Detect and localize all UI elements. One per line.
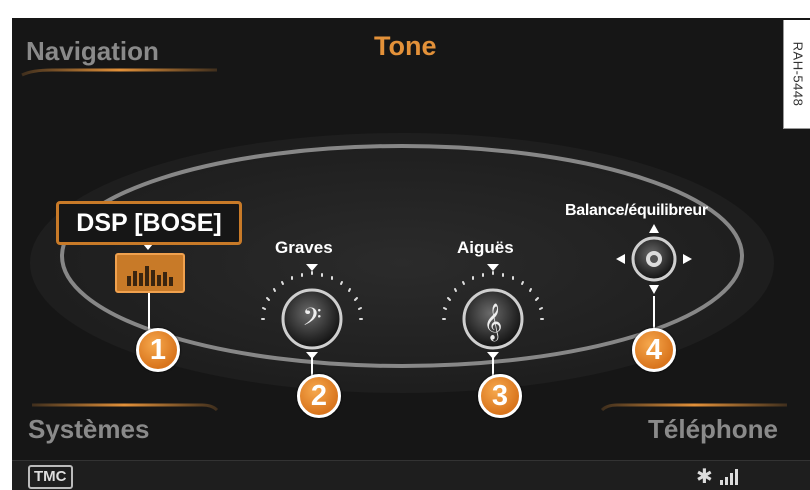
graves-label: Graves bbox=[275, 238, 333, 257]
callout-badge-1: 1 bbox=[136, 328, 180, 372]
infotainment-screen: 𝄢 𝄞 Navigation Tone Systèmes Téléphone D… bbox=[12, 18, 810, 490]
status-bar: TMC ✱ bbox=[12, 460, 810, 490]
menu-systemes[interactable]: Systèmes bbox=[28, 414, 149, 445]
aigues-label: Aiguës bbox=[457, 238, 514, 257]
telephone-overline bbox=[600, 403, 787, 412]
dsp-selector[interactable]: DSP [BOSE] bbox=[56, 201, 242, 245]
tmc-indicator: TMC bbox=[28, 465, 73, 489]
signal-strength-icon bbox=[720, 469, 738, 485]
balance-label: Balance/équilibreur bbox=[565, 202, 708, 219]
svg-text:𝄞: 𝄞 bbox=[484, 302, 503, 341]
callout-badge-3: 3 bbox=[478, 374, 522, 418]
bluetooth-icon: ✱ bbox=[696, 464, 713, 488]
menu-telephone[interactable]: Téléphone bbox=[648, 414, 778, 445]
menu-navigation[interactable]: Navigation bbox=[26, 36, 159, 67]
reference-code-label: RAH-5448 bbox=[783, 20, 810, 129]
svg-text:𝄢: 𝄢 bbox=[302, 303, 321, 338]
reference-code: RAH-5448 bbox=[790, 41, 805, 107]
equalizer-icon[interactable] bbox=[115, 253, 185, 293]
systemes-overline bbox=[32, 403, 219, 412]
callout-badge-2: 2 bbox=[297, 374, 341, 418]
callout-badge-4: 4 bbox=[632, 328, 676, 372]
page-title: Tone bbox=[374, 31, 437, 61]
nav-underline bbox=[21, 68, 217, 77]
